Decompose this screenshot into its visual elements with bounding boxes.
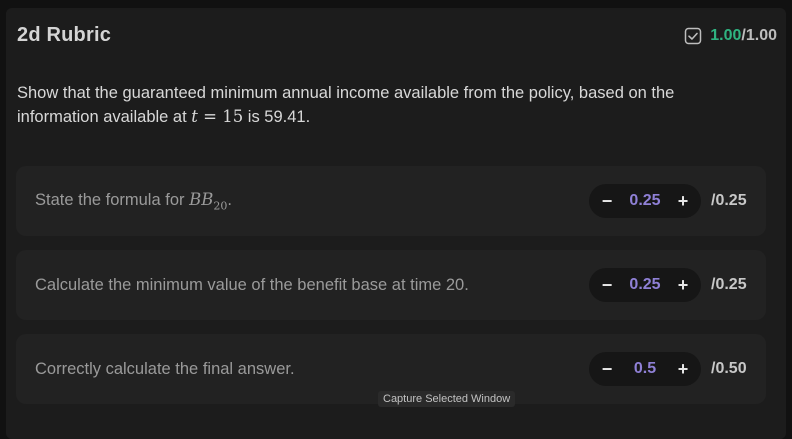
criterion-text: Correctly calculate the final answer. xyxy=(35,359,295,378)
decrement-button[interactable]: − xyxy=(599,360,615,378)
criterion-row: Calculate the minimum value of the benef… xyxy=(16,250,766,320)
check-square-icon xyxy=(684,27,702,45)
criterion-scoring: − 0.25 + /0.25 xyxy=(589,184,753,218)
question-prompt: Show that the guaranteed minimum annual … xyxy=(17,82,747,129)
prompt-math-var: t xyxy=(191,107,198,126)
max-points: /0.50 xyxy=(711,360,747,377)
decrement-button[interactable]: − xyxy=(599,276,615,294)
decrement-button[interactable]: − xyxy=(599,192,615,210)
increment-button[interactable]: + xyxy=(675,192,691,210)
capture-tooltip: Capture Selected Window xyxy=(378,391,516,407)
score-value[interactable]: 0.25 xyxy=(629,192,660,210)
criterion-math-subscript: 20 xyxy=(213,199,228,213)
criterion-text: State the formula for BB20. xyxy=(35,190,232,212)
score-value[interactable]: 0.25 xyxy=(629,276,660,294)
criterion-text-part: . xyxy=(227,190,232,209)
score-value[interactable]: 0.5 xyxy=(634,360,656,378)
criterion-math: BB xyxy=(189,189,214,209)
increment-button[interactable]: + xyxy=(675,276,691,294)
criterion-text: Calculate the minimum value of the benef… xyxy=(35,275,469,294)
score-stepper: − 0.5 + xyxy=(589,352,701,386)
score-earned: 1.00 xyxy=(710,26,742,44)
increment-button[interactable]: + xyxy=(675,360,691,378)
prompt-math-eq: = 15 xyxy=(197,107,244,126)
criterion-scoring: − 0.5 + /0.50 xyxy=(589,352,753,386)
prompt-text: Show that the guaranteed minimum annual … xyxy=(17,84,675,126)
prompt-text-end: is 59.41. xyxy=(243,108,311,126)
criterion-text-part: State the formula for xyxy=(35,190,190,209)
criterion-scoring: − 0.25 + /0.25 xyxy=(589,268,753,302)
max-points: /0.25 xyxy=(711,276,747,293)
score-stepper: − 0.25 + xyxy=(589,268,701,302)
rubric-header: 2d Rubric 1.00/1.00 xyxy=(17,24,777,47)
rubric-title: 2d Rubric xyxy=(17,24,112,46)
max-points: /0.25 xyxy=(711,192,747,209)
score-stepper: − 0.25 + xyxy=(589,184,701,218)
score-total: 1.00 xyxy=(745,26,777,44)
rubric-score: 1.00/1.00 xyxy=(684,27,777,45)
criterion-row: State the formula for BB20. − 0.25 + /0.… xyxy=(16,166,766,236)
